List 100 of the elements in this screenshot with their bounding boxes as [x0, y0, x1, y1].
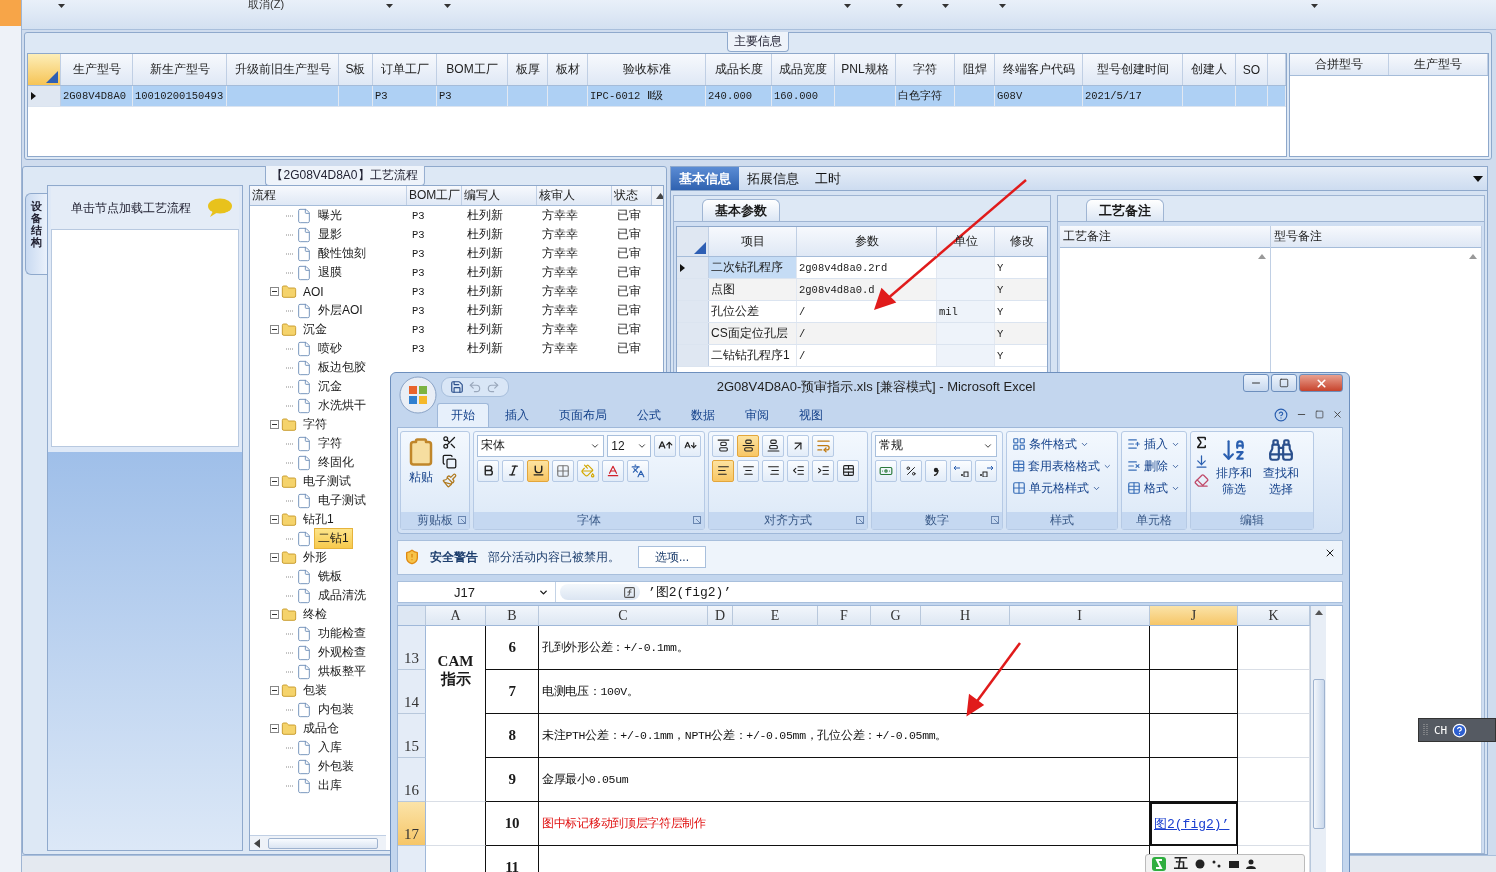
table-row[interactable]: 二次钻孔程序 2g08v4d8a0.2rd Y	[677, 257, 1047, 279]
shrink-font-button[interactable]	[679, 434, 701, 457]
font-color-button[interactable]	[602, 459, 624, 482]
collapse-icon[interactable]	[270, 420, 279, 429]
language-indicator[interactable]: CH	[1434, 723, 1448, 737]
tree-node[interactable]: 板边包胶	[314, 357, 370, 378]
table-row[interactable]: CS面定位孔层 / Y	[677, 323, 1047, 345]
minimize-button[interactable]	[1243, 374, 1269, 392]
caret-icon[interactable]	[999, 4, 1006, 8]
cells-button[interactable]: 插入	[1125, 434, 1183, 454]
number-format-field[interactable]: 常规	[875, 434, 997, 457]
column-header[interactable]: 成品宽度	[772, 54, 835, 85]
column-header[interactable]: 阻焊	[955, 54, 995, 85]
column-header[interactable]: E	[733, 606, 818, 626]
font-name-field[interactable]: 宋体	[477, 434, 605, 457]
caret-icon[interactable]	[1311, 4, 1318, 8]
collapse-icon[interactable]	[270, 686, 279, 695]
formula-field[interactable]: ’图2(fig2)’	[644, 583, 1342, 602]
help-icon[interactable]	[1274, 407, 1288, 422]
tree-node[interactable]: 沉金	[299, 319, 331, 340]
eraser-icon[interactable]	[1194, 472, 1209, 488]
dialog-launcher-icon[interactable]	[991, 515, 999, 524]
column-header[interactable]: 升级前旧生产型号	[227, 54, 339, 85]
tree-node[interactable]: 字符	[299, 414, 331, 435]
column-header[interactable]: 核审人	[537, 186, 612, 205]
collapse-icon[interactable]	[270, 477, 279, 486]
tree-node[interactable]: 终检	[299, 604, 331, 625]
scrollbar-thumb[interactable]	[1312, 679, 1325, 829]
tree-node[interactable]: 曝光	[314, 206, 346, 226]
function-field[interactable]	[560, 584, 640, 601]
align-button[interactable]	[737, 459, 759, 482]
column-header[interactable]: BOM工厂	[437, 54, 508, 85]
tree-node[interactable]: 酸性蚀刻	[314, 243, 370, 264]
style-button[interactable]: 套用表格格式	[1010, 456, 1114, 476]
dialog-launcher-icon[interactable]	[693, 515, 701, 524]
caret-icon[interactable]	[896, 4, 903, 8]
grid-corner[interactable]	[677, 227, 709, 256]
align-button[interactable]	[737, 434, 759, 457]
italic-button[interactable]	[502, 459, 524, 482]
user-icon[interactable]	[1246, 859, 1256, 869]
column-header[interactable]: C	[539, 606, 708, 626]
grid-corner[interactable]	[28, 54, 61, 85]
fill-down-icon[interactable]	[1194, 453, 1209, 469]
tree-node[interactable]: 包装	[299, 680, 331, 701]
restore-icon[interactable]	[1315, 410, 1324, 420]
orientation-button[interactable]	[787, 434, 809, 457]
column-header[interactable]: K	[1238, 606, 1310, 626]
scroll-up-icon[interactable]	[1314, 610, 1323, 615]
selected-cell[interactable]: 图2(fig2)’	[1150, 802, 1238, 846]
column-header[interactable]: 成品长度	[706, 54, 772, 85]
column-header[interactable]: 型号创建时间	[1083, 54, 1183, 85]
fill-color-button[interactable]	[577, 459, 599, 482]
tree-node[interactable]: 字符	[314, 433, 346, 454]
style-button[interactable]: 单元格样式	[1010, 478, 1114, 498]
tab[interactable]: 拓展信息	[739, 167, 807, 190]
tree-node[interactable]: 终固化	[314, 452, 358, 473]
column-header[interactable]: B	[486, 606, 539, 626]
collapse-icon[interactable]	[270, 325, 279, 334]
align-button[interactable]	[712, 459, 734, 482]
table-row[interactable]: 2G08V4D8A0 10010200150493 P3 P3 IPC-6012 Ⅱ级 240.000 160.000 白色字符 G08V 2021/5/17	[28, 86, 1286, 107]
column-header[interactable]: PNL规格	[835, 54, 896, 85]
cells-button[interactable]: 格式	[1125, 478, 1183, 498]
column-header[interactable]: BOM工厂	[407, 186, 462, 205]
column-header[interactable]: 流程	[250, 186, 407, 205]
row-header[interactable]: 15	[398, 714, 426, 758]
name-box[interactable]: J17	[398, 582, 556, 602]
percent-button[interactable]	[900, 459, 922, 482]
copy-icon[interactable]	[442, 453, 457, 469]
tree-node[interactable]: 烘板整平	[314, 661, 370, 682]
dots-icon[interactable]	[1212, 859, 1222, 869]
close-button[interactable]	[1299, 374, 1343, 392]
caret-icon[interactable]	[844, 4, 851, 8]
decimal-decrease-button[interactable]	[975, 459, 997, 482]
column-header[interactable]: 合拼型号	[1290, 54, 1389, 75]
caret-icon[interactable]	[942, 4, 949, 8]
maximize-button[interactable]	[1271, 374, 1297, 392]
ribbon-tab[interactable]: 插入	[491, 402, 543, 427]
column-header[interactable]: 板材	[548, 54, 588, 85]
row-header[interactable]: 17	[398, 802, 426, 846]
input-mode-indicator[interactable]: 五	[1174, 855, 1188, 872]
column-header[interactable]: 工艺备注	[1060, 226, 1270, 248]
tree-node[interactable]: 外观检查	[314, 642, 370, 663]
column-header[interactable]: 参数	[797, 227, 937, 256]
office-button[interactable]	[399, 376, 437, 414]
column-header[interactable]: F	[818, 606, 871, 626]
ribbon-tab[interactable]: 审阅	[731, 402, 783, 427]
column-header[interactable]: A	[426, 606, 486, 626]
sum-icon[interactable]	[1194, 434, 1209, 450]
merge-cells-button[interactable]	[837, 459, 859, 482]
options-button[interactable]: 选项...	[638, 546, 706, 569]
row-header[interactable]: 16	[398, 758, 426, 802]
column-header[interactable]: 终端客户代码	[995, 54, 1083, 85]
collapse-icon[interactable]	[270, 724, 279, 733]
column-header[interactable]: 生产型号	[61, 54, 133, 85]
tree-node[interactable]: AOI	[299, 282, 328, 301]
font-size-field[interactable]: 12	[607, 434, 651, 457]
dialog-launcher-icon[interactable]	[856, 515, 864, 524]
column-header[interactable]: 创建人	[1183, 54, 1236, 85]
caret-icon[interactable]	[444, 4, 451, 8]
hyperlink[interactable]: 图2(fig2)’	[1154, 815, 1230, 833]
